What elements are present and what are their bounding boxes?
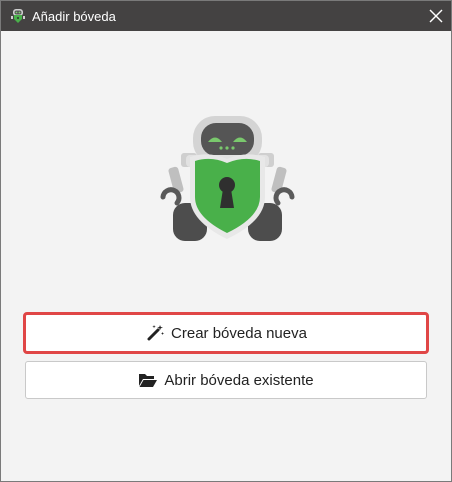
create-new-vault-button[interactable]: Crear bóveda nueva [23, 312, 429, 354]
open-existing-vault-button[interactable]: Abrir bóveda existente [25, 361, 427, 399]
dialog-content: Crear bóveda nueva Abrir bóveda existent… [1, 31, 451, 481]
magic-wand-icon [145, 324, 165, 342]
close-button[interactable] [421, 1, 451, 31]
create-new-vault-label: Crear bóveda nueva [171, 324, 307, 342]
cryptomator-mascot-illustration [160, 116, 295, 241]
open-existing-vault-label: Abrir bóveda existente [164, 371, 314, 389]
add-vault-window: Añadir bóveda Crear bóveda nueva Abrir b… [0, 0, 452, 482]
folder-open-icon [138, 371, 158, 389]
window-title: Añadir bóveda [32, 9, 116, 24]
close-icon [429, 9, 443, 23]
title-bar[interactable]: Añadir bóveda [1, 1, 451, 31]
cryptomator-robot-icon [10, 8, 26, 24]
